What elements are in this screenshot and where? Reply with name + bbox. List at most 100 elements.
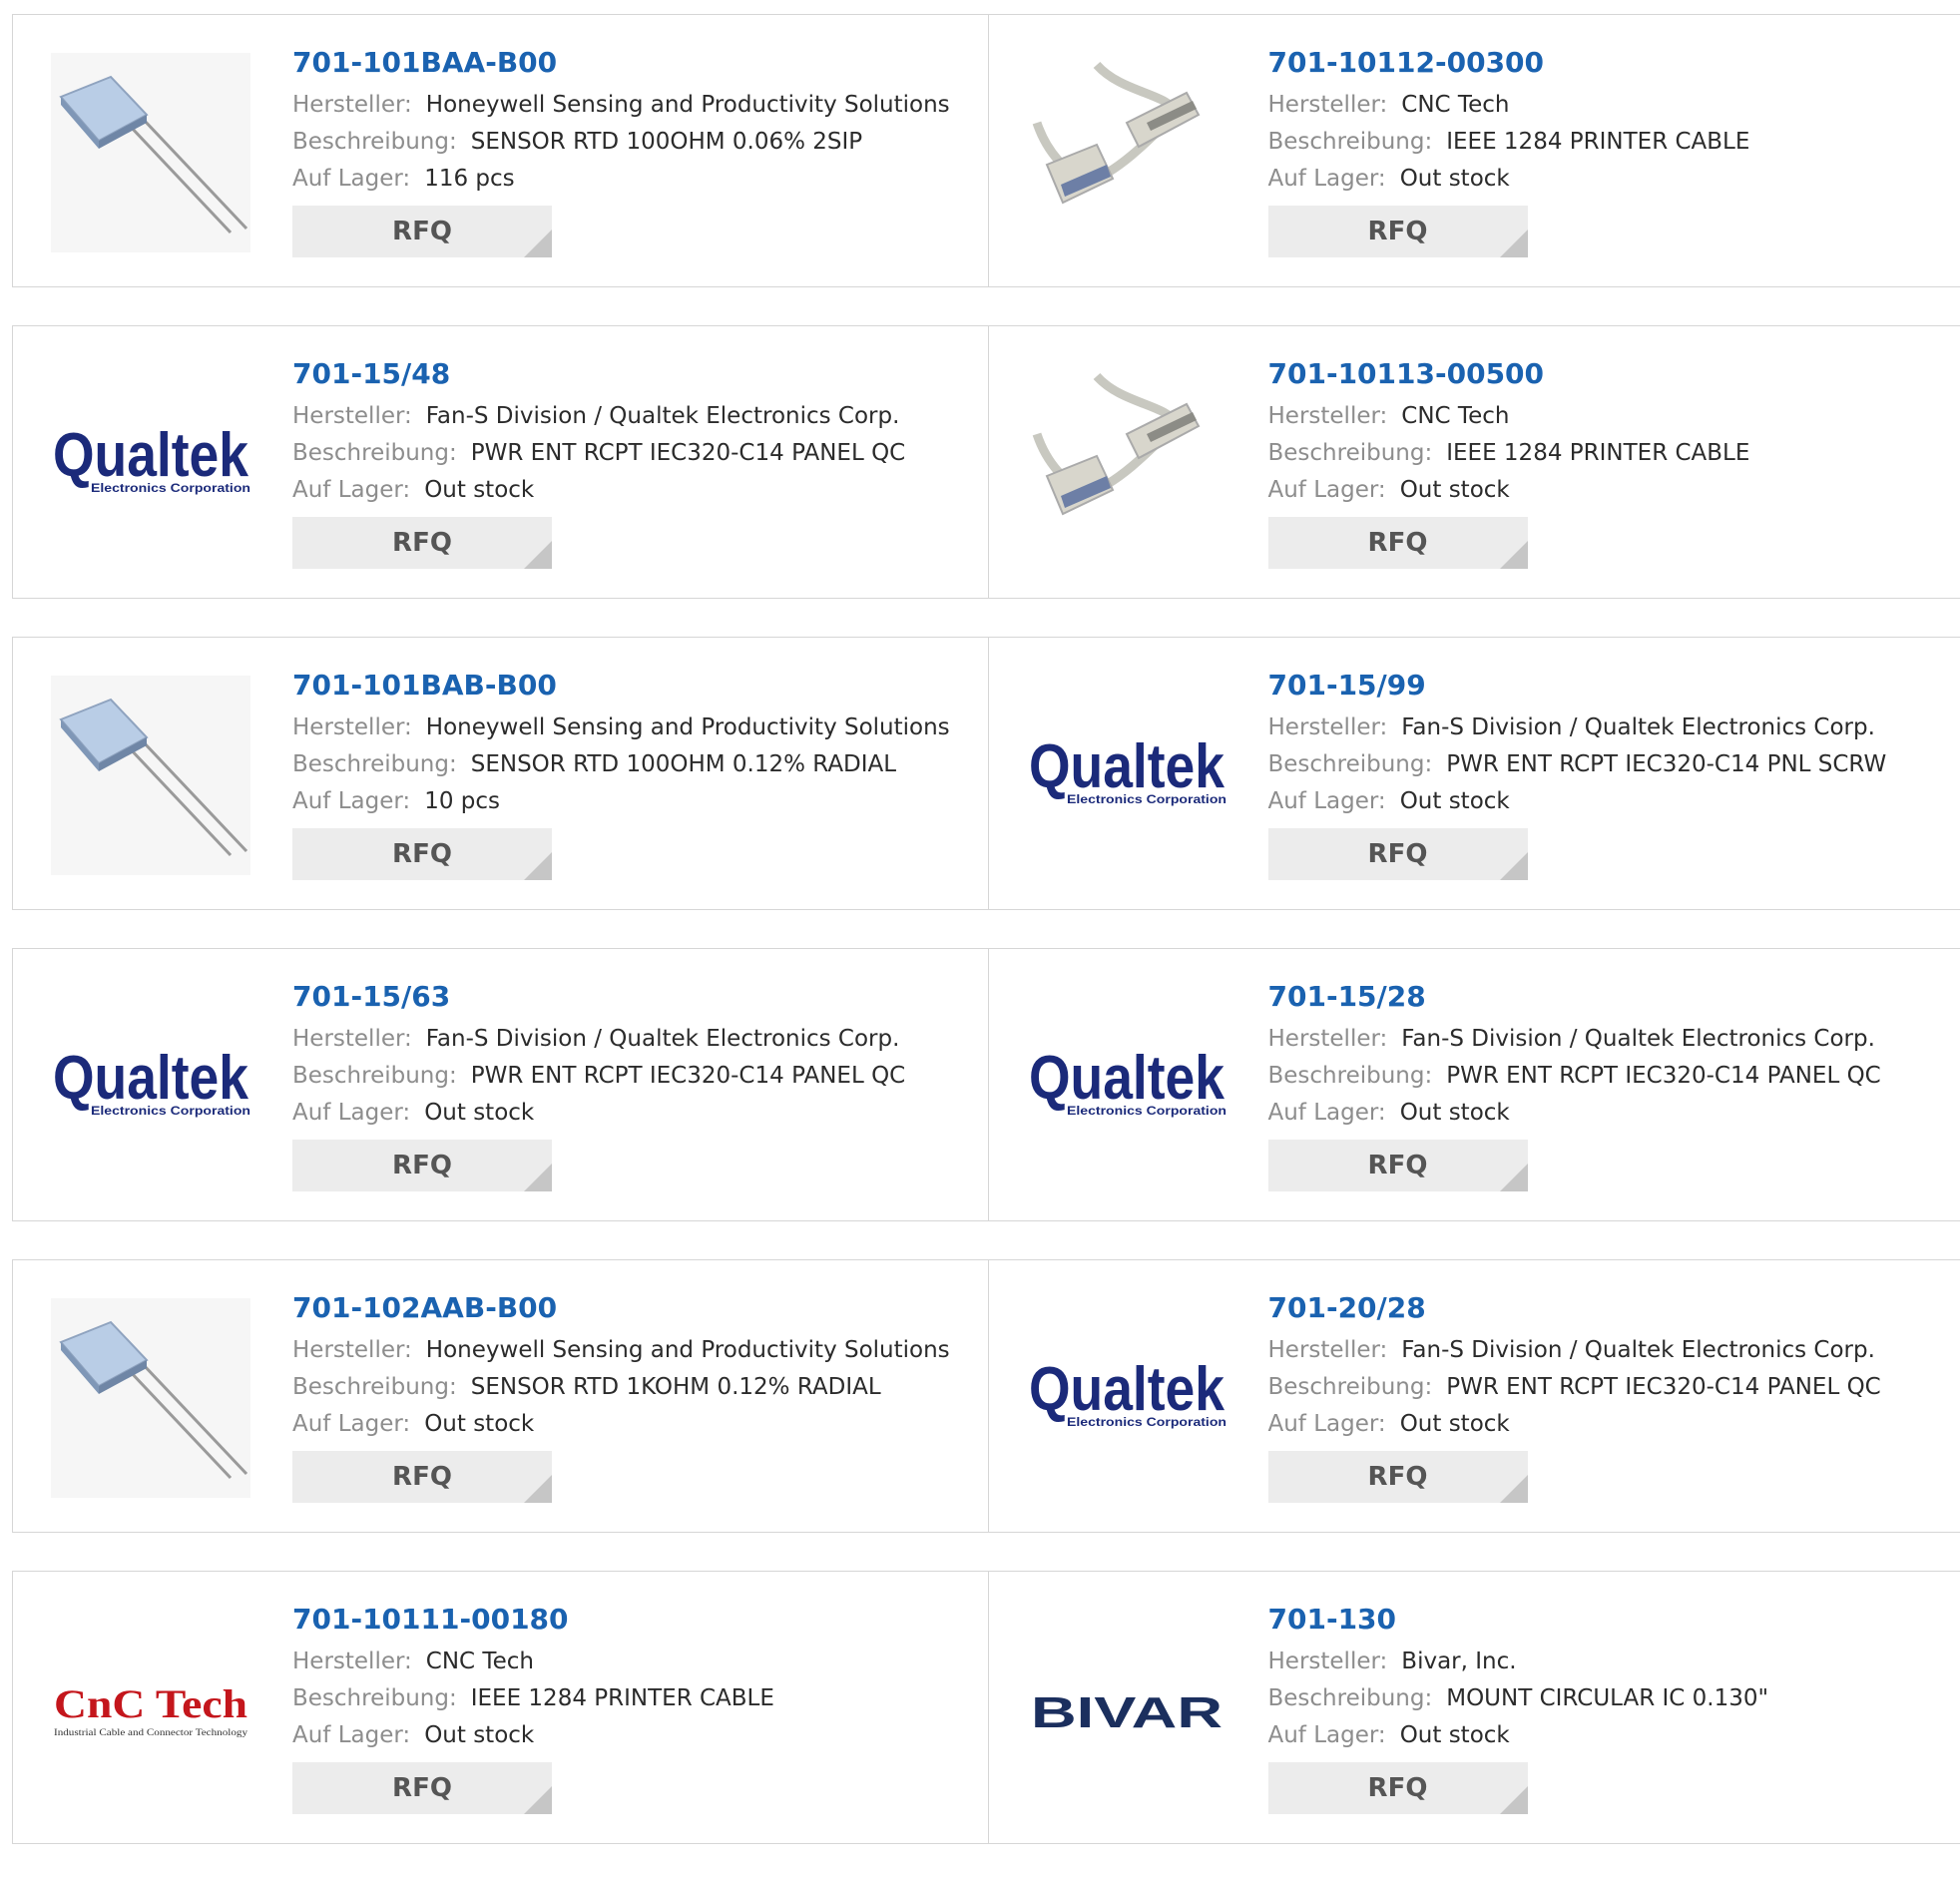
manufacturer-line: Hersteller:Fan-S Division / Qualtek Elec…: [1268, 1332, 1881, 1369]
stock-label: Auf Lager:: [292, 1722, 410, 1748]
rtd-sensor-image[interactable]: [51, 53, 250, 252]
description-value: PWR ENT RCPT IEC320-C14 PANEL QC: [1446, 1063, 1881, 1089]
description-line: Beschreibung:IEEE 1284 PRINTER CABLE: [1268, 124, 1750, 161]
manufacturer-value: Fan-S Division / Qualtek Electronics Cor…: [1401, 1337, 1875, 1363]
rfq-button[interactable]: RFQ: [1268, 1762, 1528, 1814]
part-number-link[interactable]: 701-15/63: [292, 977, 905, 1017]
cnctech-logo[interactable]: CnC Tech Industrial Cable and Connector …: [51, 1610, 250, 1809]
rfq-button[interactable]: RFQ: [292, 517, 552, 569]
bivar-logo[interactable]: BIVAR: [1027, 1610, 1226, 1809]
part-number-link[interactable]: 701-10112-00300: [1268, 43, 1750, 83]
product-row: CnC Tech Industrial Cable and Connector …: [12, 1571, 1960, 1844]
description-line: Beschreibung:PWR ENT RCPT IEC320-C14 PAN…: [1268, 1058, 1881, 1095]
qualtek-logo[interactable]: Qualtek Electronics Corporation: [1027, 1298, 1226, 1498]
printer-cable-image[interactable]: [1027, 53, 1226, 252]
qualtek-logo-name: Qualtek: [53, 1044, 248, 1113]
manufacturer-line: Hersteller:Fan-S Division / Qualtek Elec…: [292, 1021, 905, 1058]
rfq-button[interactable]: RFQ: [1268, 206, 1528, 257]
stock-label: Auf Lager:: [292, 477, 410, 503]
rfq-button[interactable]: RFQ: [292, 206, 552, 257]
description-line: Beschreibung:IEEE 1284 PRINTER CABLE: [292, 1680, 774, 1717]
description-value: PWR ENT RCPT IEC320-C14 PANEL QC: [471, 440, 906, 466]
manufacturer-line: Hersteller: Fan-S Division / Qualtek Elec…: [292, 398, 905, 435]
stock-value: 116 pcs: [424, 166, 514, 192]
product-card: Qualtek Electronics Corporation 701-15/6…: [13, 949, 988, 1220]
stock-value: Out stock: [1400, 1100, 1510, 1126]
corner-triangle-icon: [524, 1786, 552, 1814]
description-label: Beschreibung:: [1268, 440, 1433, 466]
part-number-link[interactable]: 701-130: [1268, 1600, 1769, 1640]
manufacturer-label: Hersteller:: [1268, 403, 1388, 429]
product-row: 701-102AAB-B00 Hersteller:Honeywell Sens…: [12, 1259, 1960, 1533]
product-info: 701-101BAB-B00 Hersteller:Honeywell Sens…: [292, 666, 950, 880]
rfq-button-label: RFQ: [1368, 1151, 1428, 1180]
qualtek-logo-name: Qualtek: [1029, 1355, 1225, 1424]
product-row: 701-101BAB-B00 Hersteller:Honeywell Sens…: [12, 637, 1960, 910]
stock-value: Out stock: [1400, 1722, 1510, 1748]
rfq-button[interactable]: RFQ: [292, 1140, 552, 1191]
description-label: Beschreibung:: [1268, 1685, 1433, 1711]
product-row: Qualtek Electronics Corporation 701-15/6…: [12, 948, 1960, 1221]
stock-label: Auf Lager:: [292, 166, 410, 192]
manufacturer-line: Hersteller:CNC Tech: [1268, 398, 1750, 435]
rfq-button-label: RFQ: [1368, 1462, 1428, 1492]
description-label: Beschreibung:: [1268, 1374, 1433, 1400]
rtd-sensor-image[interactable]: [51, 1298, 250, 1498]
rfq-button-label: RFQ: [1368, 217, 1428, 246]
description-label: Beschreibung:: [292, 751, 457, 777]
manufacturer-label: Hersteller:: [292, 403, 412, 429]
product-info: 701-15/48 Hersteller: Fan-S Division / Qu…: [292, 354, 905, 569]
qualtek-logo[interactable]: Qualtek Electronics Corporation: [51, 987, 250, 1186]
part-number-link[interactable]: 701-101BAB-B00: [292, 666, 950, 706]
manufacturer-label: Hersteller:: [292, 1648, 412, 1674]
cnctech-logo-tagline: Industrial Cable and Connector Technolog…: [54, 1727, 248, 1737]
stock-line: Auf Lager:Out stock: [292, 472, 905, 509]
rfq-button-label: RFQ: [1368, 1773, 1428, 1803]
rfq-button[interactable]: RFQ: [1268, 517, 1528, 569]
manufacturer-label: Hersteller:: [1268, 714, 1388, 740]
manufacturer-label: Hersteller:: [292, 1026, 412, 1052]
manufacturer-label: Hersteller:: [1268, 92, 1388, 118]
stock-value: Out stock: [1400, 166, 1510, 192]
description-value: PWR ENT RCPT IEC320-C14 PANEL QC: [471, 1063, 906, 1089]
part-number-link[interactable]: 701-15/48: [292, 354, 905, 394]
corner-triangle-icon: [524, 541, 552, 569]
qualtek-logo-name: Qualtek: [53, 421, 248, 490]
stock-value: Out stock: [424, 1411, 534, 1437]
description-label: Beschreibung:: [1268, 129, 1433, 155]
product-grid: 701-101BAA-B00 Hersteller:Honeywell Sens…: [12, 14, 1960, 1882]
qualtek-logo-tagline: Electronics Corporation: [1067, 792, 1226, 806]
part-number-link[interactable]: 701-15/28: [1268, 977, 1881, 1017]
rfq-button[interactable]: RFQ: [1268, 1140, 1528, 1191]
stock-value: 10 pcs: [424, 788, 500, 814]
rfq-button[interactable]: RFQ: [292, 1451, 552, 1503]
printer-cable-image[interactable]: [1027, 364, 1226, 564]
description-line: Beschreibung:PWR ENT RCPT IEC320-C14 PNL…: [1268, 746, 1887, 783]
product-info: 701-10112-00300 Hersteller:CNC Tech Besc…: [1268, 43, 1750, 257]
description-value: SENSOR RTD 100OHM 0.12% RADIAL: [471, 751, 896, 777]
corner-triangle-icon: [1500, 230, 1528, 257]
part-number-link[interactable]: 701-10113-00500: [1268, 354, 1750, 394]
stock-line: Auf Lager: 116 pcs: [292, 161, 950, 198]
rfq-button[interactable]: RFQ: [292, 828, 552, 880]
qualtek-logo[interactable]: Qualtek Electronics Corporation: [1027, 676, 1226, 875]
rtd-sensor-image[interactable]: [51, 676, 250, 875]
part-number-link[interactable]: 701-20/28: [1268, 1288, 1881, 1328]
part-number-link[interactable]: 701-101BAA-B00: [292, 43, 950, 83]
qualtek-logo-tagline: Electronics Corporation: [91, 481, 250, 495]
rfq-button[interactable]: RFQ: [1268, 828, 1528, 880]
qualtek-logo-name: Qualtek: [1029, 1044, 1225, 1113]
part-number-link[interactable]: 701-15/99: [1268, 666, 1887, 706]
manufacturer-value: Fan-S Division / Qualtek Electronics Cor…: [426, 403, 900, 429]
qualtek-logo[interactable]: Qualtek Electronics Corporation: [1027, 987, 1226, 1186]
part-number-link[interactable]: 701-102AAB-B00: [292, 1288, 950, 1328]
rfq-button-label: RFQ: [392, 528, 452, 558]
part-number-link[interactable]: 701-10111-00180: [292, 1600, 774, 1640]
description-label: Beschreibung:: [1268, 751, 1433, 777]
stock-line: Auf Lager:Out stock: [1268, 161, 1750, 198]
qualtek-logo-tagline: Electronics Corporation: [91, 1104, 250, 1118]
corner-triangle-icon: [524, 1164, 552, 1191]
rfq-button[interactable]: RFQ: [292, 1762, 552, 1814]
qualtek-logo[interactable]: Qualtek Electronics Corporation: [51, 364, 250, 564]
rfq-button[interactable]: RFQ: [1268, 1451, 1528, 1503]
